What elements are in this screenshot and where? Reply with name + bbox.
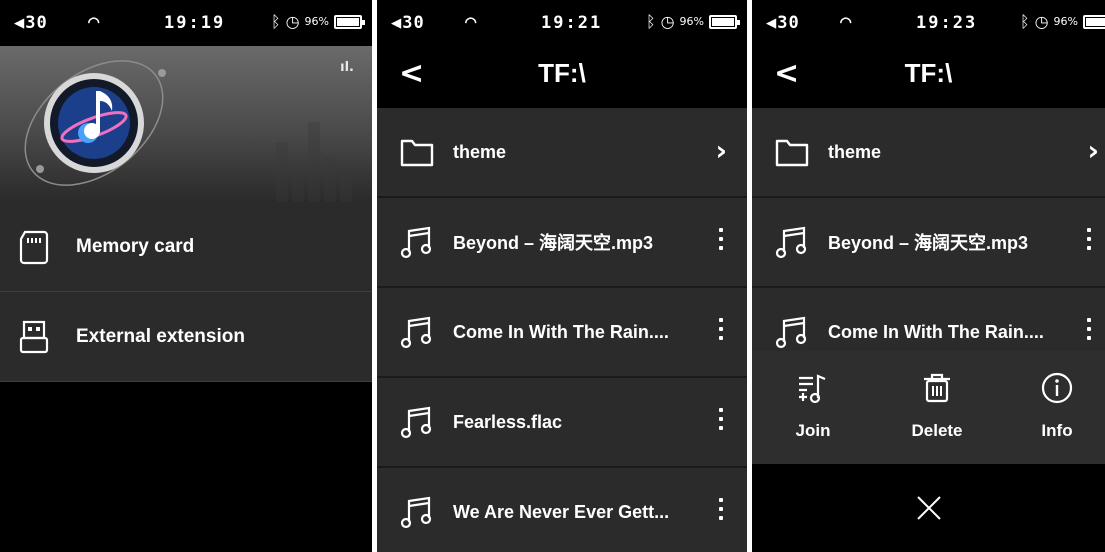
- file-options-screen: ◀30 ⌒ 19:23 ᛒ ◷ 96% < TF:\ theme › Beyon…: [752, 0, 1105, 552]
- header: < TF:\: [377, 46, 747, 106]
- header: < TF:\: [752, 46, 1105, 106]
- more-options-icon[interactable]: [1087, 318, 1093, 340]
- battery-icon: [1083, 14, 1105, 29]
- folder-name: theme: [828, 141, 882, 162]
- status-bar: ◀30 ⌒ 19:23 ᛒ ◷ 96%: [752, 0, 1105, 46]
- file-name: Fearless.flac: [453, 411, 563, 432]
- chevron-right-icon: ›: [715, 134, 727, 167]
- music-note-icon: [400, 406, 432, 439]
- bluetooth-icon: ᛒ: [645, 12, 656, 31]
- clock: 19:21: [541, 13, 603, 33]
- more-options-icon[interactable]: [719, 408, 725, 430]
- music-note-icon: [775, 316, 807, 349]
- headphone-icon: ⌒: [88, 10, 100, 32]
- folder-name: theme: [453, 141, 507, 162]
- trash-icon: [924, 373, 950, 403]
- file-row[interactable]: We Are Never Ever Gett...: [377, 468, 747, 552]
- alarm-icon: ◷: [660, 12, 675, 31]
- volume-indicator: ◀30: [766, 13, 800, 33]
- volume-indicator: ◀30: [391, 13, 425, 33]
- more-options-icon[interactable]: [719, 498, 725, 520]
- bluetooth-icon: ᛒ: [1019, 12, 1030, 31]
- join-button[interactable]: Join: [768, 371, 858, 441]
- info-icon: [1041, 372, 1073, 404]
- headphone-icon: ⌒: [465, 10, 477, 32]
- more-options-icon[interactable]: [719, 318, 725, 340]
- alarm-icon: ◷: [285, 12, 300, 31]
- close-icon: [916, 496, 941, 520]
- file-name: Come In With The Rain....: [828, 321, 1044, 342]
- page-title: TF:\: [904, 58, 953, 88]
- delete-label: Delete: [911, 421, 963, 440]
- battery-percent: 96%: [679, 15, 704, 28]
- file-name: Beyond – 海阔天空.mp3: [828, 233, 1029, 253]
- delete-button[interactable]: Delete: [892, 371, 982, 441]
- more-options-icon[interactable]: [719, 228, 725, 250]
- info-button[interactable]: Info: [1012, 371, 1102, 441]
- music-note-icon: [775, 226, 807, 259]
- join-label: Join: [795, 421, 831, 440]
- clock: 19:23: [916, 13, 978, 33]
- battery-icon: [709, 14, 740, 29]
- folder-icon: [775, 139, 809, 167]
- file-row[interactable]: Beyond – 海阔天空.mp3: [377, 198, 747, 288]
- file-browser-screen: ◀30 ⌒ 19:21 ᛒ ◷ 96% < TF:\ theme › Beyon…: [377, 0, 747, 552]
- menu-item-memory-card[interactable]: Memory card: [0, 202, 372, 292]
- equalizer-decoration: [276, 122, 352, 202]
- file-row[interactable]: Come In With The Rain....: [377, 288, 747, 378]
- context-action-bar: Join Delete Info: [752, 351, 1105, 464]
- now-playing-banner[interactable]: ıl.: [0, 46, 372, 202]
- clock: 19:19: [164, 13, 226, 33]
- menu-item-external-extension[interactable]: External extension: [0, 292, 372, 382]
- file-row[interactable]: Fearless.flac: [377, 378, 747, 468]
- bluetooth-icon: ᛒ: [270, 12, 281, 31]
- signal-icon: ıl.: [340, 60, 354, 75]
- page-title: TF:\: [538, 58, 586, 88]
- chevron-right-icon: ›: [1087, 134, 1099, 167]
- music-note-icon: [400, 316, 432, 349]
- menu-item-label: Memory card: [76, 235, 195, 257]
- close-button[interactable]: [752, 464, 1105, 552]
- music-note-icon: [400, 496, 432, 529]
- info-label: Info: [1041, 421, 1073, 440]
- more-options-icon[interactable]: [1087, 228, 1093, 250]
- usb-drive-icon: [19, 320, 49, 353]
- status-bar: ◀30 ⌒ 19:19 ᛒ ◷ 96%: [0, 0, 372, 46]
- alarm-icon: ◷: [1034, 12, 1049, 31]
- playlist-add-icon: [799, 374, 826, 404]
- folder-icon: [400, 139, 434, 167]
- headphone-icon: ⌒: [840, 10, 852, 32]
- volume-indicator: ◀30: [14, 13, 48, 33]
- music-note-icon: [400, 226, 432, 259]
- file-name: We Are Never Ever Gett...: [453, 501, 670, 522]
- status-bar: ◀30 ⌒ 19:21 ᛒ ◷ 96%: [377, 0, 747, 46]
- music-app-logo: [24, 60, 166, 186]
- sd-card-icon: [19, 230, 49, 264]
- home-screen: ◀30 ⌒ 19:19 ᛒ ◷ 96% ıl. Memory card Exte…: [0, 0, 372, 552]
- folder-row-theme[interactable]: theme ›: [752, 108, 1105, 198]
- file-name: Beyond – 海阔天空.mp3: [453, 233, 654, 253]
- file-name: Come In With The Rain....: [453, 321, 669, 342]
- battery-icon: [334, 14, 365, 29]
- folder-row-theme[interactable]: theme ›: [377, 108, 747, 198]
- menu-item-label: External extension: [76, 325, 245, 347]
- file-row[interactable]: Beyond – 海阔天空.mp3: [752, 198, 1105, 288]
- battery-percent: 96%: [1053, 15, 1078, 28]
- battery-percent: 96%: [304, 15, 329, 28]
